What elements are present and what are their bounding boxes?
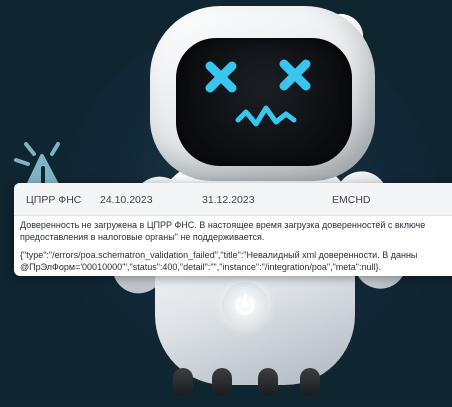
format-cell: EMCHD [332, 194, 371, 206]
robot-error-face-icon [205, 59, 311, 127]
error-json: {"type":"/errors/poa.schematron_validati… [20, 249, 452, 273]
error-card: ЦПРР ФНС 24.10.2023 31.12.2023 EMCHD Дов… [14, 183, 452, 276]
robot-leg [173, 368, 193, 396]
error-json-line: {"type":"/errors/poa.schematron_validati… [20, 250, 418, 260]
robot-face-screen [176, 38, 352, 166]
robot-leg [212, 368, 232, 396]
error-message-line: Доверенность не загружена в ЦПРР ФНС. В … [20, 220, 426, 230]
error-json-line: @ПрЭлФорм='00010000'","status":400,"deta… [20, 262, 381, 272]
power-icon [222, 282, 268, 328]
robot-leg [300, 368, 320, 396]
date-from-cell: 24.10.2023 [100, 194, 153, 206]
date-to-cell: 31.12.2023 [202, 194, 255, 206]
error-message-line: предоставления в налоговые органы" не по… [20, 232, 265, 242]
table-row[interactable]: ЦПРР ФНС 24.10.2023 31.12.2023 EMCHD [14, 183, 452, 216]
error-message: Доверенность не загружена в ЦПРР ФНС. В … [20, 219, 452, 243]
authority-cell: ЦПРР ФНС [26, 194, 82, 206]
robot-leg [258, 368, 278, 396]
